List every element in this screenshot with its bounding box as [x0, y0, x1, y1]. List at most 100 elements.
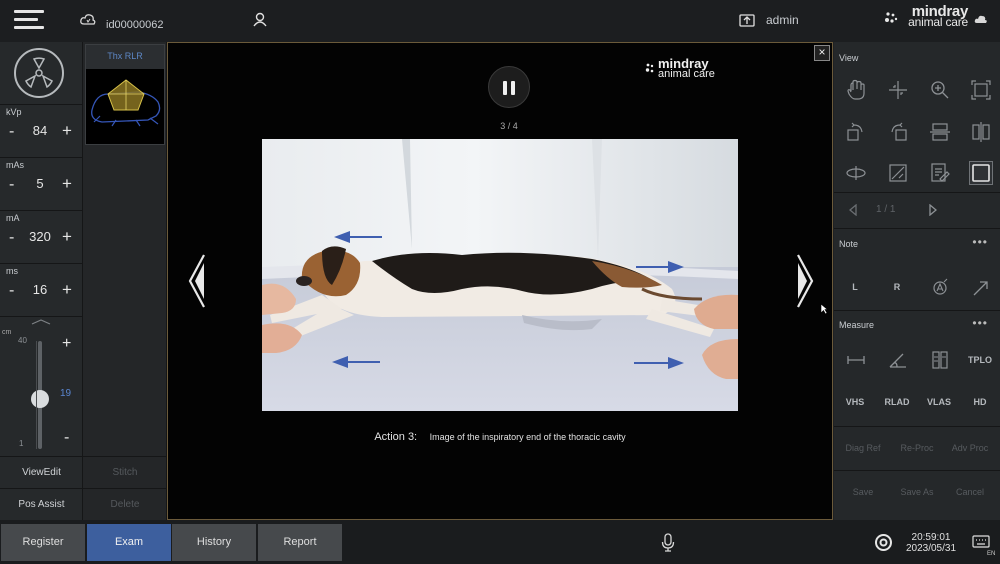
settings-icon[interactable]	[874, 533, 893, 552]
vlas-button[interactable]: VLAS	[919, 397, 959, 407]
page-indicator: 1 / 1	[876, 204, 896, 215]
note-left-marker-button[interactable]: L	[835, 282, 875, 292]
measure-divider	[834, 426, 1000, 427]
arrow-annotation-icon[interactable]	[970, 277, 992, 299]
re-proc-button[interactable]: Re-Proc	[895, 443, 939, 453]
patient-user-icon[interactable]	[253, 12, 267, 27]
viewer-logo-dots-icon	[645, 63, 654, 73]
flip-vertical-icon[interactable]	[929, 121, 951, 143]
thumbnail-item[interactable]: Thx RLR	[85, 44, 165, 145]
text-annotation-icon[interactable]	[929, 277, 951, 299]
brand-dots-icon	[885, 12, 898, 23]
tab-register[interactable]: Register	[1, 524, 85, 561]
caption-text: Image of the inspiratory end of the thor…	[429, 432, 626, 442]
brand-tagline: animal care	[908, 15, 968, 29]
thickness-decrease-button[interactable]: -	[64, 429, 69, 447]
rotate-left-icon[interactable]	[845, 121, 867, 143]
delete-button[interactable]: Delete	[83, 488, 167, 520]
ms-value: 16	[32, 282, 48, 297]
page-next-icon[interactable]	[929, 204, 937, 216]
user-name[interactable]: admin	[766, 13, 799, 27]
note-right-marker-button[interactable]: R	[877, 282, 917, 292]
view-edit-button[interactable]: ViewEdit	[0, 456, 83, 488]
angle-measure-icon[interactable]	[887, 349, 909, 371]
input-language: EN	[987, 551, 996, 557]
cancel-button[interactable]: Cancel	[948, 487, 992, 497]
save-button[interactable]: Save	[841, 487, 885, 497]
ma-decrease-button[interactable]: -	[9, 229, 14, 247]
proc-divider	[834, 470, 1000, 471]
menu-icon[interactable]	[14, 9, 46, 31]
rotate-right-icon[interactable]	[887, 121, 909, 143]
vhs-button[interactable]: VHS	[835, 397, 875, 407]
view-section-title: View	[839, 53, 859, 63]
close-viewer-button[interactable]: ×	[814, 45, 830, 61]
tplo-button[interactable]: TPLO	[960, 355, 1000, 365]
kvp-parameter: kVp - 84 +	[0, 104, 83, 156]
measure-more-icon[interactable]: •••	[972, 316, 988, 330]
radiation-exposure-icon[interactable]	[14, 48, 64, 98]
tab-history[interactable]: History	[172, 524, 256, 561]
diag-ref-button[interactable]: Diag Ref	[841, 443, 885, 453]
cloud-sync-icon[interactable]	[80, 12, 96, 26]
brand-logo: mindray animal care	[908, 4, 968, 29]
tab-exam[interactable]: Exam	[87, 524, 171, 561]
patient-id: id00000062	[106, 19, 164, 31]
stitch-button[interactable]: Stitch	[83, 456, 167, 488]
pos-assist-button[interactable]: Pos Assist	[0, 488, 83, 520]
hd-button[interactable]: HD	[960, 397, 1000, 407]
fullscreen-toggle[interactable]	[969, 161, 993, 185]
mouse-cursor-icon	[820, 303, 828, 315]
adv-proc-button[interactable]: Adv Proc	[948, 443, 992, 453]
thickness-value: 19	[60, 388, 72, 399]
ma-value: 320	[29, 229, 51, 244]
mas-value: 5	[36, 176, 44, 191]
thickness-increase-button[interactable]: +	[62, 335, 71, 353]
page-divider	[834, 228, 1000, 229]
caption-label: Action 3:	[374, 431, 418, 443]
pause-icon-bar	[503, 81, 507, 95]
ms-increase-button[interactable]: +	[62, 280, 72, 300]
pan-hand-icon[interactable]	[845, 79, 867, 101]
upload-box-icon[interactable]	[739, 12, 755, 27]
bottom-bar: Register Exam History Report 20:59:01 20…	[0, 520, 1000, 564]
fullscreen-icon	[972, 164, 990, 182]
thickness-unit: cm	[2, 329, 12, 336]
kvp-value: 84	[32, 123, 48, 138]
ms-decrease-button[interactable]: -	[9, 282, 14, 300]
ratio-measure-icon[interactable]	[929, 349, 951, 371]
rlad-button[interactable]: RLAD	[877, 397, 917, 407]
slide-counter: 3 / 4	[500, 121, 518, 131]
mas-parameter: mAs - 5 +	[0, 157, 83, 209]
top-bar: id00000062 admin mindray animal care	[0, 0, 1000, 42]
ma-increase-button[interactable]: +	[62, 227, 72, 247]
pause-button[interactable]	[488, 66, 530, 108]
distance-measure-icon[interactable]	[845, 349, 867, 371]
previous-slide-arrow-icon[interactable]	[186, 253, 208, 309]
collapse-chevron-icon[interactable]	[31, 319, 51, 325]
ma-parameter: mA - 320 +	[0, 210, 83, 262]
flip-horizontal-icon[interactable]	[970, 121, 992, 143]
next-slide-arrow-icon[interactable]	[794, 253, 816, 309]
cloud-status-icon[interactable]	[974, 14, 988, 24]
zoom-icon[interactable]	[929, 79, 951, 101]
kvp-decrease-button[interactable]: -	[9, 123, 14, 141]
tab-report[interactable]: Report	[258, 524, 342, 561]
microphone-icon[interactable]	[661, 533, 675, 552]
report-edit-icon[interactable]	[929, 162, 951, 184]
rotate-free-icon[interactable]	[845, 162, 867, 184]
kvp-increase-button[interactable]: +	[62, 121, 72, 141]
note-more-icon[interactable]: •••	[972, 235, 988, 249]
view-divider	[834, 192, 1000, 193]
crosshair-move-icon[interactable]	[887, 79, 909, 101]
image-adjust-icon[interactable]	[887, 162, 909, 184]
fit-window-icon[interactable]	[970, 79, 992, 101]
note-divider	[834, 310, 1000, 311]
mas-decrease-button[interactable]: -	[9, 176, 14, 194]
thickness-slider-area: cm 40 1 + - 19	[0, 316, 83, 456]
save-as-button[interactable]: Save As	[895, 487, 939, 497]
page-prev-icon[interactable]	[849, 204, 857, 216]
mas-increase-button[interactable]: +	[62, 174, 72, 194]
thickness-max-label: 40	[18, 336, 27, 345]
keyboard-icon[interactable]	[972, 535, 990, 548]
